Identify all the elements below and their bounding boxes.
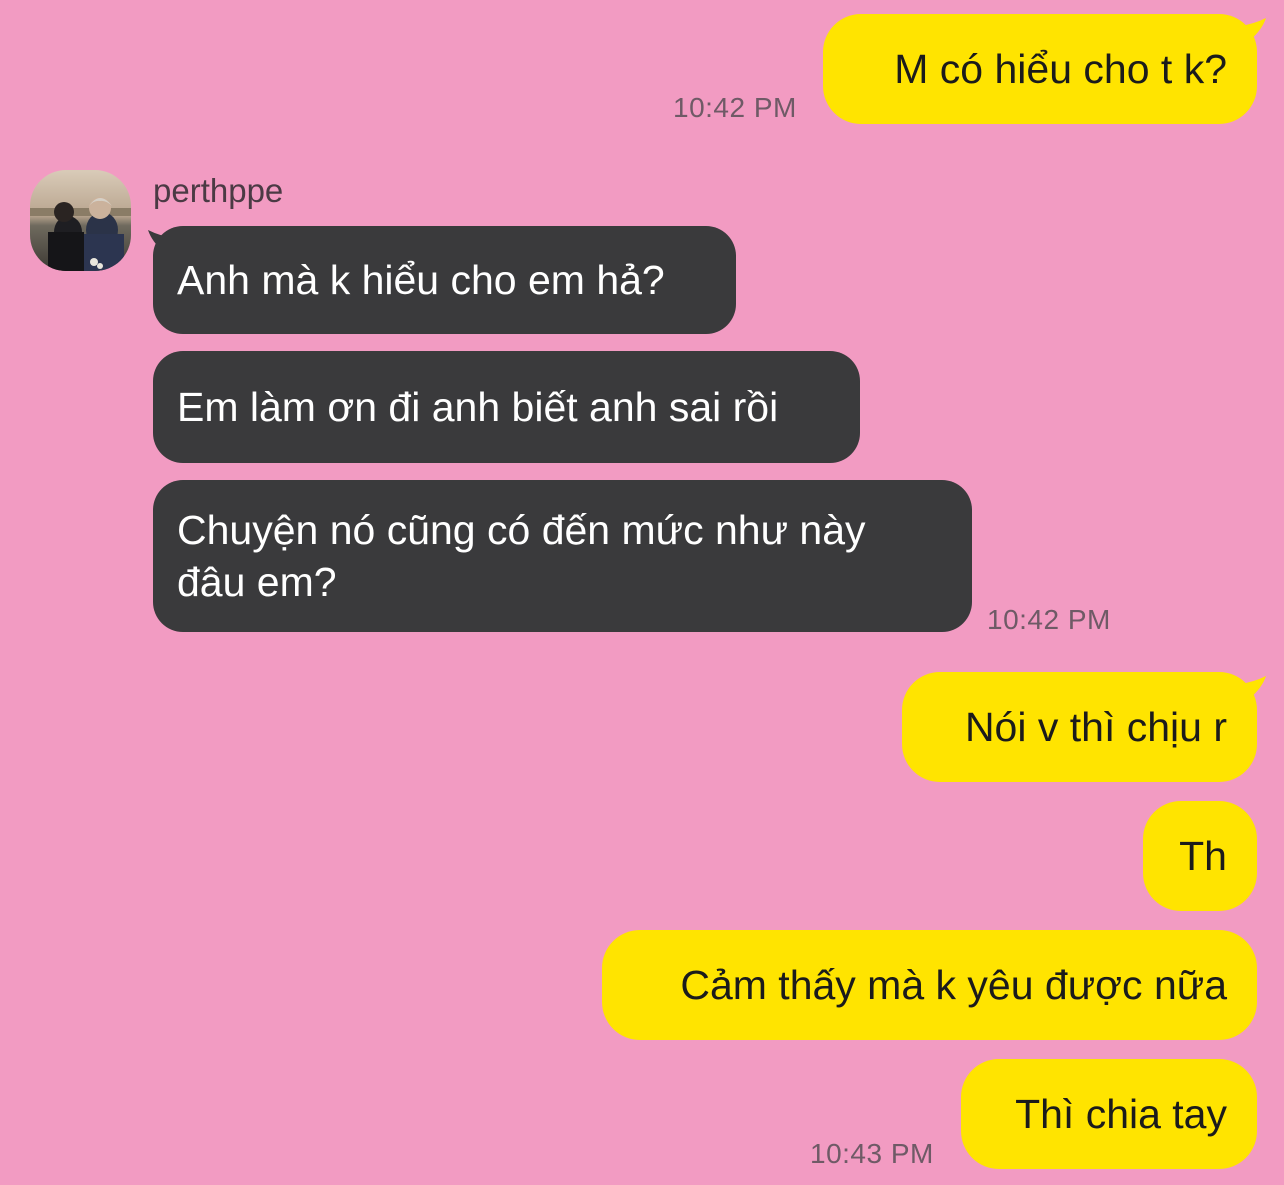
contact-avatar[interactable] (30, 170, 131, 271)
message-text: Anh mà k hiểu cho em hả? (177, 257, 665, 303)
message-text: Em làm ơn đi anh biết anh sai rồi (177, 384, 779, 430)
message-outgoing[interactable]: M có hiểu cho t k? (823, 14, 1257, 124)
message-text: Thì chia tay (1015, 1091, 1227, 1137)
message-timestamp: 10:43 PM (810, 1138, 934, 1169)
message-incoming[interactable]: Anh mà k hiểu cho em hả? (153, 226, 736, 334)
message-incoming[interactable]: Em làm ơn đi anh biết anh sai rồi (153, 351, 860, 463)
message-timestamp: 10:42 PM (673, 92, 797, 123)
avatar-photo-icon (30, 170, 131, 271)
message-text: Nói v thì chịu r (964, 704, 1227, 750)
message-timestamp: 10:42 PM (987, 604, 1111, 635)
message-outgoing[interactable]: Thì chia tay (961, 1059, 1257, 1169)
message-outgoing[interactable]: Th (1143, 801, 1257, 911)
message-outgoing[interactable]: Nói v thì chịu r (902, 672, 1257, 782)
message-text: Cảm thấy mà k yêu được nữa (680, 962, 1227, 1008)
message-text: M có hiểu cho t k? (894, 46, 1227, 92)
message-text: Th (1179, 833, 1227, 879)
message-outgoing[interactable]: Cảm thấy mà k yêu được nữa (602, 930, 1257, 1040)
message-incoming[interactable]: Chuyện nó cũng có đến mức như này đâu em… (153, 480, 972, 632)
message-text: Chuyện nó cũng có đến mức như này đâu em… (177, 507, 866, 605)
sender-name: perthppe (153, 172, 284, 209)
